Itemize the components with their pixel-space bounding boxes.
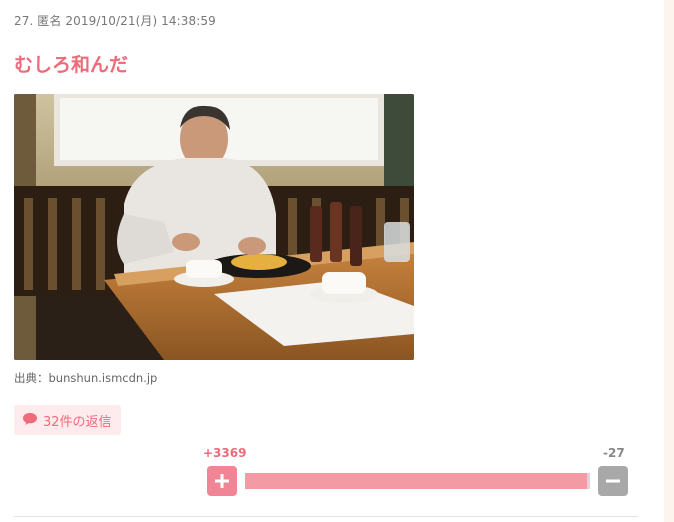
page-side-strip — [664, 0, 674, 522]
post-divider — [14, 516, 638, 517]
replies-button[interactable]: 32件の返信 — [14, 405, 121, 435]
replies-count-label: 32件の返信 — [43, 414, 112, 430]
minus-icon — [606, 479, 620, 483]
post-photo[interactable] — [14, 94, 414, 360]
vote-ratio-bar — [245, 473, 590, 489]
minus-vote-button[interactable] — [598, 466, 628, 496]
vote-ratio-fill — [245, 473, 588, 489]
image-source: 出典：bunshun.ismcdn.jp — [14, 371, 158, 385]
speech-bubble-icon — [22, 411, 38, 430]
plus-icon — [215, 474, 229, 488]
plus-vote-button[interactable] — [207, 466, 237, 496]
post-title: むしろ和んだ — [14, 54, 129, 76]
post-meta: 27. 匿名 2019/10/21(月) 14:38:59 — [14, 14, 216, 28]
minus-vote-count: -27 — [603, 446, 625, 460]
plus-vote-count: +3369 — [203, 446, 247, 460]
